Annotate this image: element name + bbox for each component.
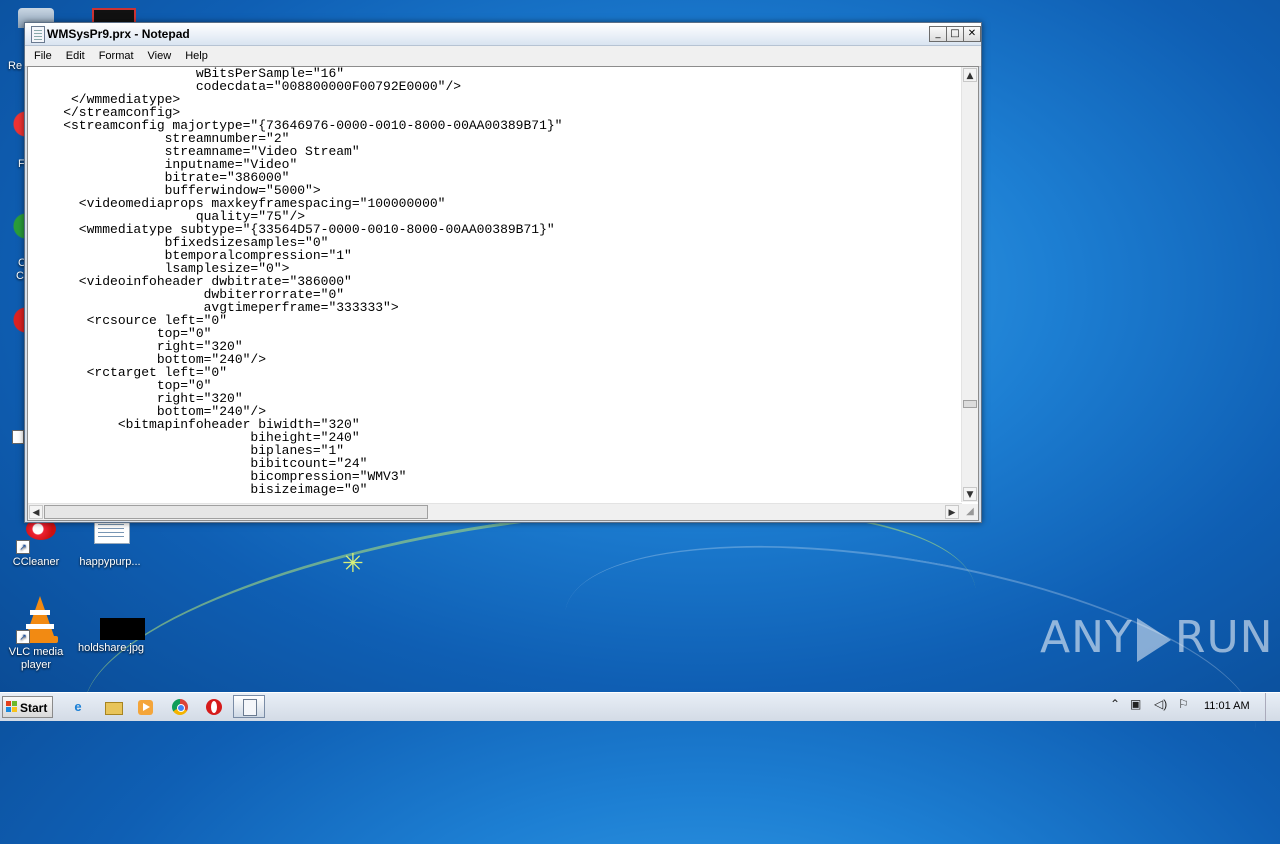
- partial-shortcut-icon[interactable]: [12, 430, 24, 444]
- text-editor[interactable]: wBitsPerSample="16" codecdata="008800000…: [27, 66, 979, 521]
- network-icon[interactable]: ▣: [1130, 697, 1141, 711]
- wallpaper-sparkle: ✳: [342, 548, 364, 578]
- resize-grip-icon[interactable]: ◢: [962, 504, 978, 520]
- scroll-left-icon[interactable]: ◀: [29, 505, 43, 519]
- taskbar-notepad-button[interactable]: [233, 695, 265, 718]
- windows-logo-icon: [6, 701, 18, 713]
- menu-bar: File Edit Format View Help: [25, 46, 981, 67]
- notepad-window[interactable]: WMSysPr9.prx - Notepad _ □ ✕ File Edit F…: [24, 22, 982, 523]
- action-center-flag-icon[interactable]: ⚐: [1178, 697, 1189, 711]
- vertical-scrollbar[interactable]: ▲ ▼: [961, 67, 978, 502]
- media-player-icon[interactable]: [136, 697, 156, 717]
- notepad-icon: [243, 699, 257, 716]
- desktop-icon-label: CCleaner: [12, 556, 60, 568]
- title-bar[interactable]: WMSysPr9.prx - Notepad _ □ ✕: [25, 23, 981, 46]
- desktop-icon-vlc[interactable]: ↗ VLC media player: [4, 596, 68, 672]
- menu-file[interactable]: File: [27, 50, 59, 62]
- close-button[interactable]: ✕: [963, 26, 981, 42]
- desktop-icon-label: happypurp...: [79, 556, 141, 568]
- scroll-up-icon[interactable]: ▲: [963, 68, 977, 82]
- notepad-icon[interactable]: [31, 26, 45, 43]
- menu-view[interactable]: View: [141, 50, 179, 62]
- start-label: Start: [20, 701, 48, 715]
- horizontal-scrollbar[interactable]: ◀ ▶: [28, 503, 962, 520]
- file-explorer-icon[interactable]: [103, 697, 123, 717]
- horizontal-scroll-thumb[interactable]: [44, 505, 428, 519]
- scroll-down-icon[interactable]: ▼: [963, 487, 977, 501]
- anyrun-watermark: ANY RUN: [1040, 612, 1274, 663]
- window-title: WMSysPr9.prx - Notepad: [47, 27, 190, 41]
- show-desktop-button[interactable]: [1265, 693, 1280, 721]
- scroll-right-icon[interactable]: ▶: [945, 505, 959, 519]
- image-file-icon: [90, 608, 145, 640]
- chrome-icon[interactable]: [170, 697, 190, 717]
- vertical-scroll-thumb[interactable]: [963, 400, 977, 408]
- play-triangle-icon: [1136, 618, 1171, 662]
- menu-help[interactable]: Help: [178, 50, 215, 62]
- desktop-label-partial: Re: [8, 60, 23, 72]
- volume-icon[interactable]: ◁): [1154, 697, 1167, 711]
- watermark-text-right: RUN: [1174, 612, 1274, 663]
- shortcut-arrow-icon: ↗: [16, 540, 30, 554]
- editor-content[interactable]: wBitsPerSample="16" codecdata="008800000…: [30, 67, 966, 500]
- desktop-icon-label: holdshare.jpg: [78, 642, 145, 654]
- menu-edit[interactable]: Edit: [59, 50, 92, 62]
- desktop-label-partial: C: [16, 270, 24, 282]
- maximize-button[interactable]: □: [946, 26, 964, 42]
- watermark-text-left: ANY: [1040, 612, 1133, 663]
- shortcut-arrow-icon: ↗: [16, 630, 30, 644]
- taskbar: Start e ⌃ ▣ ◁) ⚐ 11:01 AM: [0, 692, 1280, 721]
- desktop-icon-holdshare[interactable]: holdshare.jpg: [78, 608, 145, 655]
- taskbar-clock[interactable]: 11:01 AM: [1204, 700, 1250, 712]
- show-hidden-icons-icon[interactable]: ⌃: [1110, 697, 1120, 711]
- start-button[interactable]: Start: [2, 696, 53, 718]
- opera-icon[interactable]: [204, 697, 224, 717]
- vlc-cone-icon: ↗: [16, 596, 58, 644]
- system-tray: ⌃ ▣ ◁) ⚐: [1108, 697, 1198, 717]
- desktop-icon-label: VLC media player: [8, 646, 64, 671]
- minimize-button[interactable]: _: [929, 26, 947, 42]
- menu-format[interactable]: Format: [92, 50, 141, 62]
- internet-explorer-icon[interactable]: e: [68, 697, 88, 717]
